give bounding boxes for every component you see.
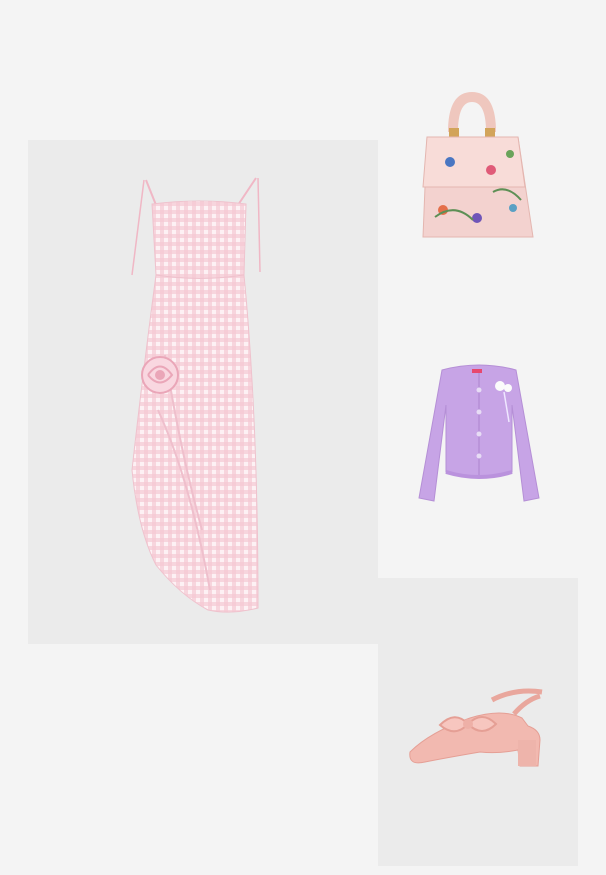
floral-handbag[interactable]: [405, 92, 540, 242]
gingham-dress[interactable]: [120, 170, 280, 615]
shoe-icon: [409, 688, 543, 767]
handbag-icon: [422, 92, 534, 238]
dress-icon: [131, 177, 261, 613]
cardigan-icon: [418, 364, 540, 502]
bow-block-heel[interactable]: [400, 680, 560, 770]
lilac-cardigan[interactable]: [414, 360, 544, 505]
